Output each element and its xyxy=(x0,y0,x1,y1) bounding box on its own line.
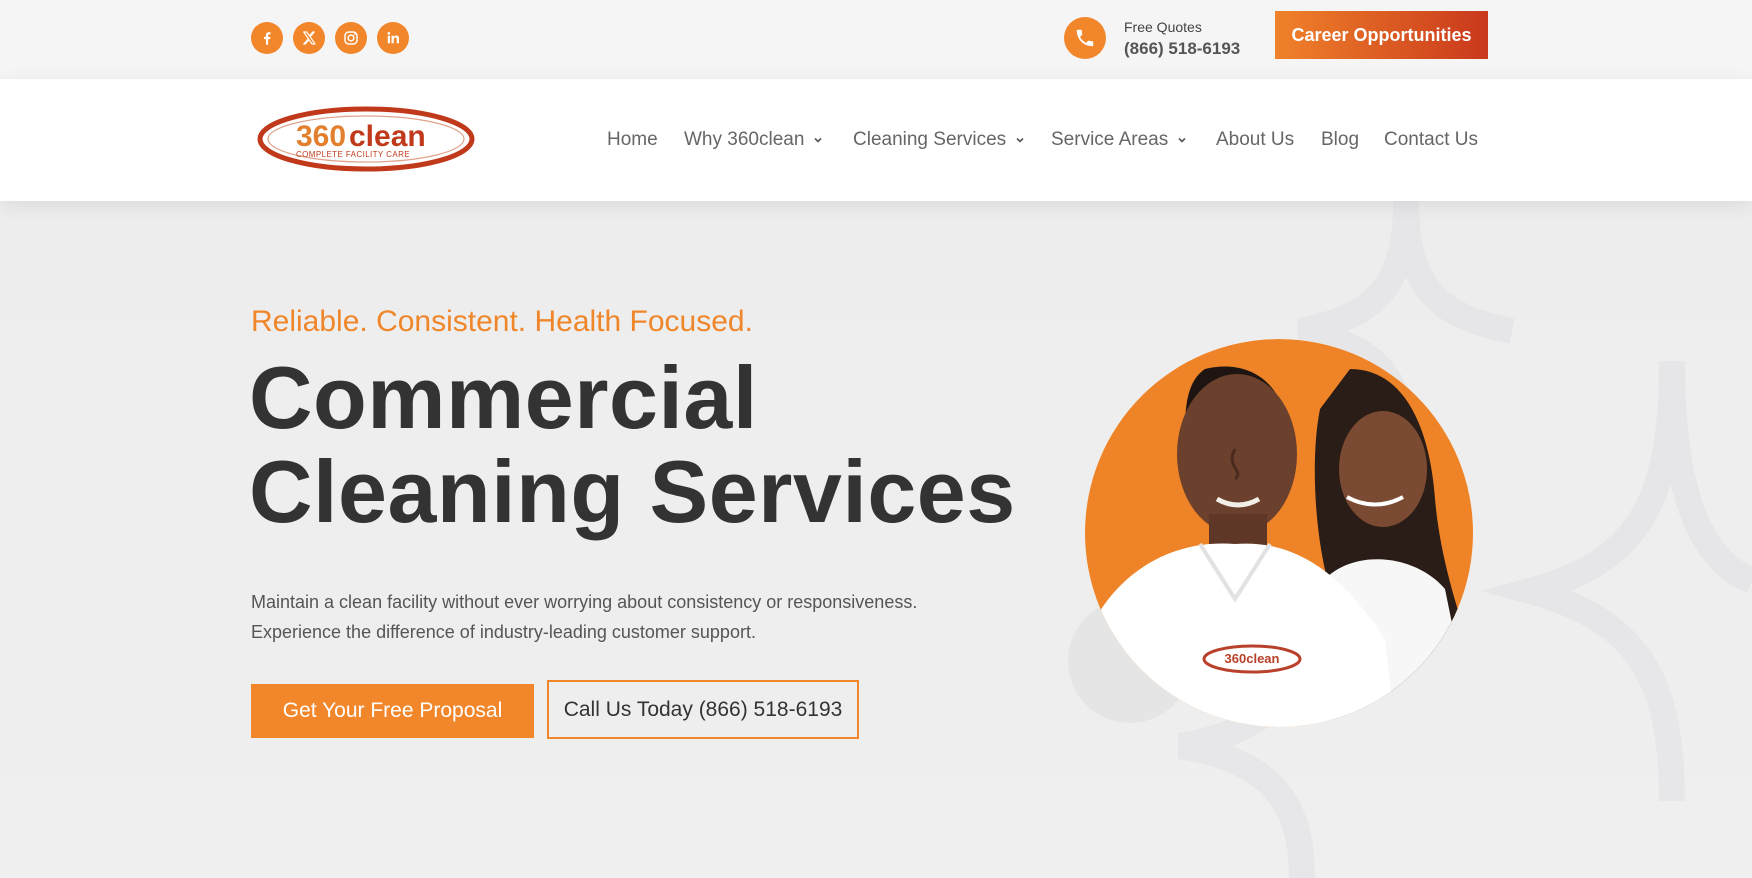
svg-text:COMPLETE FACILITY CARE: COMPLETE FACILITY CARE xyxy=(296,150,410,159)
nav-item-service-areas[interactable]: Service Areas xyxy=(1051,129,1187,151)
phone-contact[interactable]: Free Quotes (866) 518-6193 xyxy=(1064,17,1240,59)
social-links xyxy=(251,22,409,54)
instagram-icon[interactable] xyxy=(335,22,367,54)
top-bar: Free Quotes (866) 518-6193 Career Opport… xyxy=(0,0,1752,79)
nav-item-why-360clean[interactable]: Why 360clean xyxy=(684,129,823,151)
phone-label: Free Quotes xyxy=(1124,18,1202,35)
phone-number[interactable]: (866) 518-6193 xyxy=(1124,40,1240,57)
site-logo[interactable]: 360 clean COMPLETE FACILITY CARE xyxy=(256,106,476,172)
hero-headline-line-1: Commercial xyxy=(249,348,758,447)
nav-item-contact-us[interactable]: Contact Us xyxy=(1384,129,1478,151)
nav-item-label: Service Areas xyxy=(1051,129,1169,150)
chevron-down-icon xyxy=(1016,137,1024,143)
phone-icon xyxy=(1064,17,1106,59)
nav-item-cleaning-services[interactable]: Cleaning Services xyxy=(853,129,1025,151)
nav-item-label: Cleaning Services xyxy=(853,129,1007,150)
nav-item-label: Blog xyxy=(1321,129,1360,150)
hero-tagline: Reliable. Consistent. Health Focused. xyxy=(251,305,753,338)
hero-headline-line-2: Cleaning Services xyxy=(249,442,1016,541)
nav-item-label: About Us xyxy=(1216,129,1295,150)
nav-item-label: Contact Us xyxy=(1384,129,1478,150)
nav-item-home[interactable]: Home xyxy=(607,129,658,151)
linkedin-icon[interactable] xyxy=(377,22,409,54)
hero-description: Maintain a clean facility without ever w… xyxy=(251,587,971,647)
staff-photo: 360clean xyxy=(1085,339,1473,727)
nav-item-blog[interactable]: Blog xyxy=(1321,129,1359,151)
x-icon[interactable] xyxy=(293,22,325,54)
svg-text:360: 360 xyxy=(296,120,346,153)
shirt-logo-text: 360clean xyxy=(1225,651,1280,666)
main-header: 360 clean COMPLETE FACILITY CARE Home Wh… xyxy=(0,79,1752,201)
facebook-icon[interactable] xyxy=(251,22,283,54)
nav-item-about-us[interactable]: About Us xyxy=(1216,129,1294,151)
svg-text:clean: clean xyxy=(349,120,426,153)
chevron-down-icon xyxy=(1178,137,1186,143)
career-opportunities-button[interactable]: Career Opportunities xyxy=(1275,11,1488,59)
call-us-button[interactable]: Call Us Today (866) 518-6193 xyxy=(547,680,859,739)
nav-item-label: Why 360clean xyxy=(684,129,805,150)
free-proposal-button[interactable]: Get Your Free Proposal xyxy=(251,684,534,738)
chevron-down-icon xyxy=(814,137,822,143)
nav-item-label: Home xyxy=(607,129,658,150)
hero-section: Reliable. Consistent. Health Focused. Co… xyxy=(0,201,1752,878)
hero-headline: Commercial Cleaning Services xyxy=(249,351,1016,539)
hero-description-line-2: Experience the difference of industry-le… xyxy=(251,622,756,642)
hero-description-line-1: Maintain a clean facility without ever w… xyxy=(251,592,918,612)
